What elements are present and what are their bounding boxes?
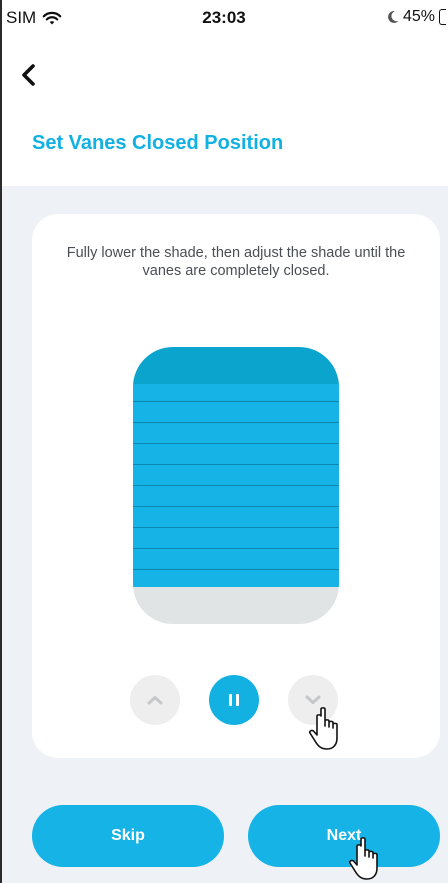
status-bar: SIM 23:03 45% bbox=[0, 0, 448, 36]
battery-icon bbox=[439, 9, 446, 25]
screen-edge bbox=[0, 0, 2, 883]
skip-button[interactable]: Skip bbox=[32, 805, 224, 867]
stop-shade-button[interactable] bbox=[209, 675, 259, 725]
raise-shade-button[interactable] bbox=[130, 675, 180, 725]
pause-icon bbox=[227, 694, 241, 706]
moon-icon bbox=[388, 10, 399, 23]
vane-line bbox=[133, 464, 339, 465]
shade-headrail bbox=[133, 347, 339, 384]
vane-line bbox=[133, 506, 339, 507]
instruction-card: Fully lower the shade, then adjust the s… bbox=[32, 214, 440, 758]
vane-line bbox=[133, 422, 339, 423]
back-button[interactable] bbox=[14, 60, 44, 90]
shade-fabric bbox=[133, 384, 339, 587]
lower-shade-button[interactable] bbox=[288, 675, 338, 725]
status-time: 23:03 bbox=[202, 8, 246, 27]
vane-line bbox=[133, 569, 339, 570]
header: SIM 23:03 45% Set Vanes Closed Position bbox=[0, 0, 448, 186]
chevron-down-icon bbox=[305, 695, 321, 704]
vane-line bbox=[133, 401, 339, 402]
vane-line bbox=[133, 485, 339, 486]
vane-line bbox=[133, 548, 339, 549]
vane-line bbox=[133, 443, 339, 444]
page-title: Set Vanes Closed Position bbox=[32, 132, 284, 154]
shade-illustration bbox=[133, 347, 339, 624]
battery-percent: 45% bbox=[402, 8, 435, 25]
chevron-left-icon bbox=[22, 64, 35, 86]
next-button[interactable]: Next bbox=[248, 805, 440, 867]
chevron-up-icon bbox=[147, 696, 163, 705]
instruction-text: Fully lower the shade, then adjust the s… bbox=[66, 245, 406, 279]
vane-line bbox=[133, 527, 339, 528]
